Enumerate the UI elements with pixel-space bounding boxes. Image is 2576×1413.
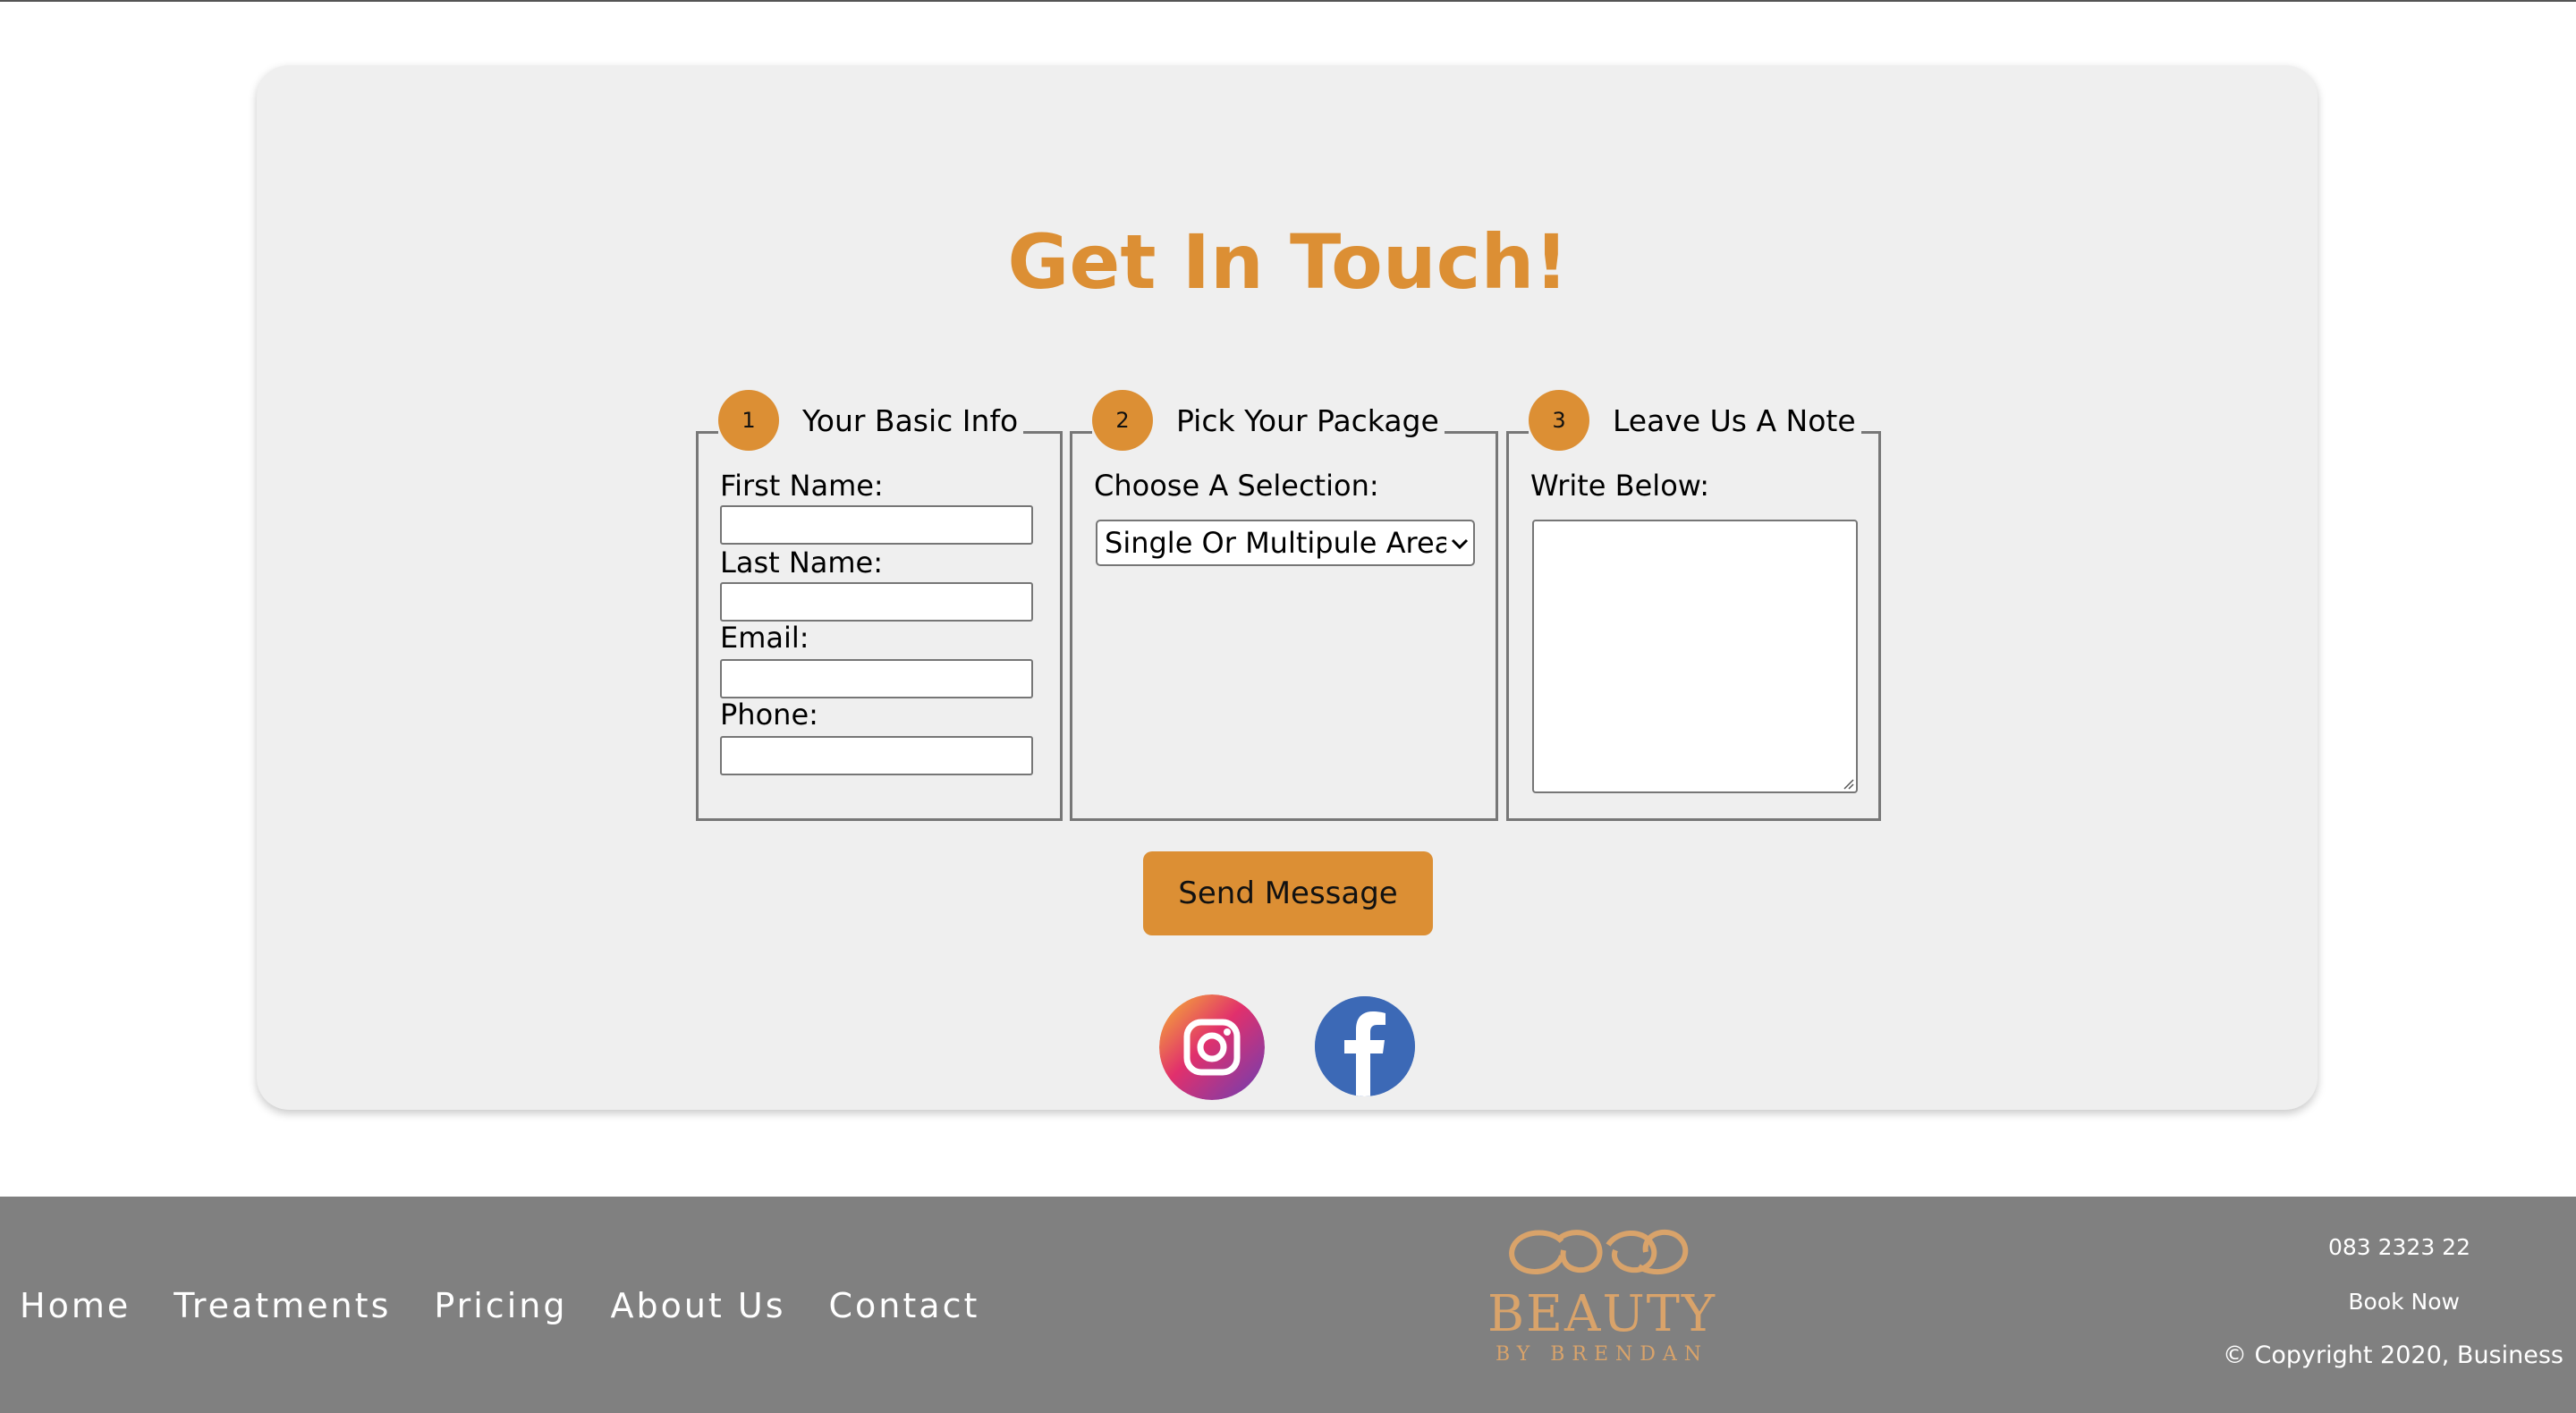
nav-contact[interactable]: Contact — [829, 1286, 980, 1325]
book-now-link[interactable]: Book Now — [2348, 1289, 2460, 1315]
step-badge: 2 — [1092, 390, 1153, 451]
nav-home[interactable]: Home — [20, 1286, 131, 1325]
package-select[interactable]: Single Or Multipule Area — [1096, 520, 1475, 566]
email-label: Email: — [720, 621, 809, 655]
package-fieldset: 2 Pick Your Package Choose A Selection: … — [1070, 389, 1498, 821]
note-textarea[interactable] — [1532, 520, 1858, 793]
chevron-down-icon — [1446, 530, 1473, 555]
nav-pricing[interactable]: Pricing — [434, 1286, 567, 1325]
package-label: Choose A Selection: — [1094, 469, 1379, 503]
step-title: Your Basic Info — [802, 402, 1019, 438]
logo-title: BEAUTY — [1487, 1285, 1716, 1343]
page-title: Get In Touch! — [1007, 218, 1569, 306]
nav-treatments[interactable]: Treatments — [174, 1286, 391, 1325]
logo-rings-icon — [1509, 1229, 1689, 1275]
step-badge: 1 — [718, 390, 779, 451]
instagram-icon[interactable] — [1159, 994, 1265, 1100]
step-title: Leave Us A Note — [1613, 402, 1856, 438]
step-3-legend: 3 Leave Us A Note — [1529, 389, 1861, 452]
footer-nav: Home Treatments Pricing About Us Contact — [20, 1286, 979, 1325]
resize-grip-icon[interactable] — [1842, 777, 1854, 790]
last-name-label: Last Name: — [720, 546, 884, 580]
last-name-input[interactable] — [720, 582, 1033, 622]
basic-info-fieldset: 1 Your Basic Info First Name: Last Name:… — [696, 389, 1063, 821]
footer: Home Treatments Pricing About Us Contact… — [0, 1197, 2576, 1413]
logo-subtitle: BY BRENDAN — [1495, 1343, 1709, 1366]
package-selected-value: Single Or Multipule Area — [1105, 526, 1446, 560]
phone-input[interactable] — [720, 736, 1033, 775]
top-border — [0, 0, 2576, 2]
nav-about-us[interactable]: About Us — [610, 1286, 785, 1325]
note-label: Write Below: — [1530, 469, 1709, 503]
step-badge: 3 — [1529, 390, 1589, 451]
facebook-icon[interactable] — [1315, 996, 1415, 1096]
send-message-button[interactable]: Send Message — [1143, 851, 1433, 935]
first-name-input[interactable] — [720, 505, 1033, 545]
phone-label: Phone: — [720, 698, 818, 732]
step-title: Pick Your Package — [1176, 402, 1439, 438]
footer-phone[interactable]: 083 2323 22 — [2328, 1234, 2470, 1260]
email-input[interactable] — [720, 659, 1033, 698]
beauty-by-brendan-logo[interactable]: BEAUTY BY BRENDAN — [1463, 1223, 1741, 1384]
copyright-text: © Copyright 2020, Business — [2222, 1341, 2563, 1369]
step-2-legend: 2 Pick Your Package — [1092, 389, 1445, 452]
note-fieldset: 3 Leave Us A Note Write Below: — [1506, 389, 1881, 821]
first-name-label: First Name: — [720, 469, 884, 503]
step-1-legend: 1 Your Basic Info — [718, 389, 1024, 452]
